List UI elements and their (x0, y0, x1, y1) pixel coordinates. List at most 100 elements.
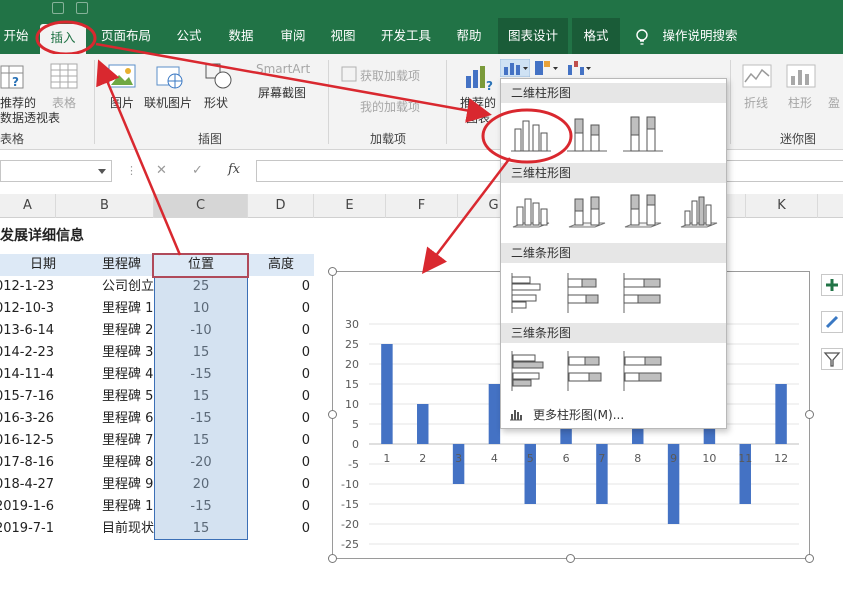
waterfall-chart-icon[interactable] (566, 59, 594, 77)
tab-view[interactable]: 视图 (326, 18, 360, 54)
cell-date[interactable]: 2017-8-16 (0, 452, 56, 474)
stacked-bar-option[interactable] (565, 271, 609, 315)
cell-height[interactable]: 0 (248, 518, 314, 540)
cell-height[interactable]: 0 (248, 452, 314, 474)
cell-date[interactable]: 2015-7-16 (0, 386, 56, 408)
sparkline-line-button[interactable]: 折线 (744, 94, 768, 111)
100-stacked-column-option[interactable] (621, 111, 665, 155)
get-addins-button[interactable]: 获取加载项 (360, 67, 420, 84)
resize-handle-sw[interactable] (328, 554, 337, 563)
100-stacked-bar-option[interactable] (621, 271, 665, 315)
cell-date[interactable]: 2014-11-4 (0, 364, 56, 386)
column-header-c[interactable]: C (154, 194, 248, 218)
column-chart-dropdown-icon[interactable] (500, 59, 530, 77)
cell-milestone[interactable]: 里程碑 4 (56, 364, 154, 386)
cell-milestone[interactable]: 里程碑 7 (56, 430, 154, 452)
screenshot-button[interactable]: 屏幕截图 (258, 84, 306, 101)
resize-handle-e[interactable] (805, 410, 814, 419)
chevron-down-icon[interactable] (97, 168, 107, 176)
cell-height[interactable]: 0 (248, 364, 314, 386)
cell-milestone[interactable]: 里程碑 3 (56, 342, 154, 364)
cell-date[interactable]: 2016-3-26 (0, 408, 56, 430)
3d-clustered-column-option[interactable] (509, 189, 553, 233)
chart-elements-button[interactable] (821, 274, 843, 296)
cell-milestone[interactable]: 里程碑 6 (56, 408, 154, 430)
cell-milestone[interactable]: 里程碑 9 (56, 474, 154, 496)
chart-styles-button[interactable] (821, 311, 843, 333)
cell-date[interactable]: 2019-1-6 (0, 496, 56, 518)
tab-data[interactable]: 数据 (224, 18, 258, 54)
cell-date[interactable]: 2014-2-23 (0, 342, 56, 364)
3d-100-stacked-bar-option[interactable] (621, 349, 665, 393)
cell-milestone[interactable]: 公司创立 (56, 276, 154, 298)
name-box[interactable] (0, 160, 112, 182)
cell-date[interactable]: 2012-10-3 (0, 298, 56, 320)
tell-me-search[interactable]: 操作说明搜索 (660, 18, 740, 54)
cell-height[interactable]: 0 (248, 342, 314, 364)
3d-stacked-column-option[interactable] (565, 189, 609, 233)
column-chart-gallery[interactable]: 二维柱形图 三维柱形图 二维条形图 三维条形图 更多柱形图(M)... (500, 78, 727, 429)
header-height[interactable]: 高度 (248, 254, 314, 276)
cell-milestone[interactable]: 里程碑 2 (56, 320, 154, 342)
recommended-charts-line2[interactable]: 图表 (466, 109, 490, 126)
tab-chart-design[interactable]: 图表设计 (498, 18, 568, 54)
column-header-d[interactable]: D (248, 194, 314, 218)
cell-height[interactable]: 0 (248, 474, 314, 496)
stacked-column-option[interactable] (565, 111, 609, 155)
3d-clustered-bar-option[interactable] (509, 349, 553, 393)
resize-handle-se[interactable] (805, 554, 814, 563)
3d-stacked-bar-option[interactable] (565, 349, 609, 393)
tab-help[interactable]: 帮助 (452, 18, 486, 54)
resize-handle-w[interactable] (328, 410, 337, 419)
chart-filters-button[interactable] (821, 348, 843, 370)
cell-milestone[interactable]: 目前现状 (56, 518, 154, 540)
cell-height[interactable]: 0 (248, 386, 314, 408)
sheet-title[interactable]: 发展详细信息 (0, 225, 84, 247)
resize-handle-s[interactable] (566, 554, 575, 563)
tab-formulas[interactable]: 公式 (172, 18, 206, 54)
tab-page-layout[interactable]: 页面布局 (96, 18, 156, 54)
more-column-charts-label[interactable]: 更多柱形图(M)... (533, 406, 624, 423)
sparkline-winloss-button[interactable]: 盈 (828, 94, 840, 111)
column-header-f[interactable]: F (386, 194, 458, 218)
online-picture-button[interactable]: 联机图片 (144, 94, 192, 111)
resize-handle-nw[interactable] (328, 267, 337, 276)
tab-home[interactable]: 开始 (0, 18, 32, 54)
cancel-icon[interactable]: ✕ (156, 163, 167, 178)
sparkline-column-button[interactable]: 柱形 (788, 94, 812, 111)
cell-height[interactable]: 0 (248, 320, 314, 342)
header-date[interactable]: 日期 (0, 254, 56, 276)
clustered-bar-option[interactable] (509, 271, 553, 315)
camera-icon[interactable] (76, 2, 88, 14)
cell-milestone[interactable]: 里程碑 8 (56, 452, 154, 474)
my-addins-button[interactable]: 我的加载项 (360, 98, 420, 115)
cell-date[interactable]: 2013-6-14 (0, 320, 56, 342)
pivot-label-line2[interactable]: 数据透视表 (0, 109, 60, 126)
cell-milestone[interactable]: 里程碑 1 (56, 298, 154, 320)
cell-date[interactable]: 2016-12-5 (0, 430, 56, 452)
undo-icon[interactable] (52, 2, 64, 14)
insert-function-icon[interactable]: fx (228, 162, 240, 177)
column-header-a[interactable]: A (0, 194, 56, 218)
tab-developer[interactable]: 开发工具 (376, 18, 436, 54)
picture-button[interactable]: 图片 (110, 94, 134, 111)
column-header-e[interactable]: E (314, 194, 386, 218)
hierarchy-chart-icon[interactable] (533, 59, 561, 77)
cell-height[interactable]: 0 (248, 276, 314, 298)
smartart-button[interactable]: SmartArt (256, 62, 310, 76)
3d-100-stacked-column-option[interactable] (621, 189, 665, 233)
cell-height[interactable]: 0 (248, 298, 314, 320)
tab-review[interactable]: 审阅 (276, 18, 310, 54)
cell-date[interactable]: 2019-7-1 (0, 518, 56, 540)
cell-height[interactable]: 0 (248, 408, 314, 430)
cell-date[interactable]: 2018-4-27 (0, 474, 56, 496)
3d-column-option[interactable] (677, 189, 721, 233)
column-header-b[interactable]: B (56, 194, 154, 218)
cell-date[interactable]: 2012-1-23 (0, 276, 56, 298)
more-column-charts[interactable]: 更多柱形图(M)... (501, 403, 726, 425)
enter-icon[interactable]: ✓ (192, 163, 203, 178)
cell-height[interactable]: 0 (248, 496, 314, 518)
shapes-button[interactable]: 形状 (204, 94, 228, 111)
column-header-k[interactable]: K (746, 194, 818, 218)
cell-milestone[interactable]: 里程碑 5 (56, 386, 154, 408)
